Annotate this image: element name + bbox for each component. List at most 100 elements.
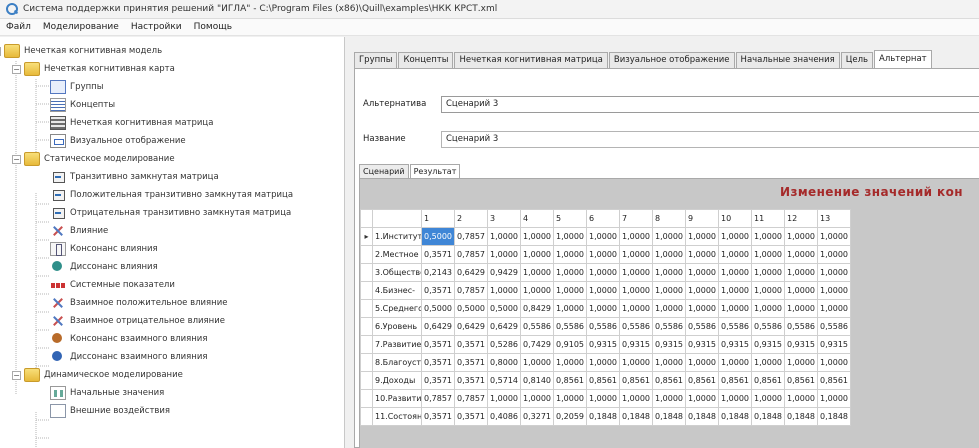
grid-cell[interactable]: 1,0000 bbox=[619, 263, 653, 282]
grid-column-header[interactable]: 10 bbox=[718, 209, 752, 228]
grid-cell[interactable]: 0,1848 bbox=[619, 407, 653, 426]
grid-column-header[interactable]: 13 bbox=[817, 209, 851, 228]
grid-cell[interactable]: 1,0000 bbox=[487, 281, 521, 300]
grid-cell[interactable]: 0,9315 bbox=[784, 335, 818, 354]
grid-cell[interactable]: 0,5586 bbox=[586, 317, 620, 336]
grid-cell[interactable]: 0,6429 bbox=[454, 263, 488, 282]
tree-item[interactable]: Влияние bbox=[50, 223, 108, 239]
grid-cell[interactable]: 0,8561 bbox=[718, 371, 752, 390]
grid-cell[interactable]: 1,0000 bbox=[652, 263, 686, 282]
grid-cell[interactable]: 0,3571 bbox=[454, 353, 488, 372]
grid-cell[interactable]: 0,5714 bbox=[487, 371, 521, 390]
grid-cell[interactable]: 1,0000 bbox=[619, 389, 653, 408]
grid-cell[interactable]: 1,0000 bbox=[553, 299, 587, 318]
table-row[interactable]: ▸1.Институты0,50000,78571,00001,00001,00… bbox=[360, 227, 851, 246]
grid-cell[interactable]: 0,3571 bbox=[421, 281, 455, 300]
grid-cell[interactable]: 0,9315 bbox=[751, 335, 785, 354]
grid-cell[interactable]: 0,5000 bbox=[487, 299, 521, 318]
grid-cell[interactable]: 1,0000 bbox=[718, 353, 752, 372]
grid-cell[interactable]: 0,8561 bbox=[817, 371, 851, 390]
table-row[interactable]: 10.Развитие 0,7857 0,7857 1,0000 1,0000 1,000… bbox=[360, 389, 851, 408]
grid-cell[interactable]: 0,7857 bbox=[454, 227, 488, 246]
grid-cell[interactable]: 1,0000 bbox=[685, 281, 719, 300]
grid-cell[interactable]: 1,0000 bbox=[817, 389, 851, 408]
grid-cell[interactable]: 1,0000 bbox=[751, 281, 785, 300]
grid-column-header[interactable]: 7 bbox=[619, 209, 653, 228]
grid-column-header[interactable]: 12 bbox=[784, 209, 818, 228]
grid-column-header[interactable]: 8 bbox=[652, 209, 686, 228]
grid-cell[interactable]: 0,8561 bbox=[751, 371, 785, 390]
tab-groups[interactable]: Группы bbox=[354, 52, 398, 68]
row-header[interactable] bbox=[360, 317, 373, 336]
grid-cell[interactable]: 0,9315 bbox=[619, 335, 653, 354]
collapse-toggle-icon[interactable]: − bbox=[12, 370, 21, 380]
grid-cell[interactable]: 1,0000 bbox=[784, 281, 818, 300]
row-header[interactable] bbox=[360, 245, 373, 264]
grid-cell[interactable]: 1,0000 bbox=[619, 245, 653, 264]
grid-cell[interactable]: 0,6429 bbox=[454, 317, 488, 336]
grid-cell[interactable]: 1,0000 bbox=[520, 263, 554, 282]
table-row[interactable]: 4.Бизнес- 0,3571 0,7857 1,0000 1,0000 1,0000 1… bbox=[360, 281, 851, 300]
grid-cell[interactable]: 1,0000 bbox=[619, 227, 653, 246]
grid-cell[interactable]: 1,0000 bbox=[685, 245, 719, 264]
table-row[interactable]: 9.Доходы 0,3571 0,3571 0,5714 0,8140 0,8561 0,… bbox=[360, 371, 851, 390]
tree-item[interactable]: − Статическое моделирование bbox=[12, 151, 175, 167]
table-row[interactable]: 2.Местное 0,3571 0,7857 1,0000 1,0000 1,0000 1… bbox=[360, 245, 851, 264]
table-row[interactable]: 3.Обществен0,21430,64290,94291,00001,000… bbox=[360, 263, 851, 282]
tab-visual[interactable]: Визуальное отображение bbox=[608, 52, 735, 68]
row-header[interactable] bbox=[360, 263, 373, 282]
grid-cell[interactable]: 1,0000 bbox=[520, 353, 554, 372]
alternative-select[interactable]: Сценарий 3 bbox=[441, 96, 979, 113]
grid-column-header[interactable]: 9 bbox=[685, 209, 719, 228]
grid-cell[interactable]: 1,0000 bbox=[520, 227, 554, 246]
tree-item[interactable]: Внешние воздействия bbox=[50, 403, 170, 419]
grid-cell[interactable]: 0,7429 bbox=[520, 335, 554, 354]
grid-cell[interactable]: 1,0000 bbox=[817, 245, 851, 264]
collapse-toggle-icon[interactable]: − bbox=[12, 64, 21, 74]
grid-cell[interactable]: 0,2059 bbox=[553, 407, 587, 426]
grid-cell[interactable]: 1,0000 bbox=[784, 353, 818, 372]
grid-column-header[interactable]: 11 bbox=[751, 209, 785, 228]
grid-cell[interactable]: 0,4086 bbox=[487, 407, 521, 426]
grid-cell[interactable]: 1,0000 bbox=[817, 281, 851, 300]
grid-cell[interactable]: 1,0000 bbox=[817, 227, 851, 246]
grid-cell[interactable]: 0,1848 bbox=[652, 407, 686, 426]
tab-alternatives[interactable]: Альтернат bbox=[874, 50, 932, 68]
tree-item[interactable]: Нечеткая когнитивная матрица bbox=[50, 115, 213, 131]
grid-cell[interactable]: 0,9315 bbox=[718, 335, 752, 354]
grid-cell[interactable]: 0,5586 bbox=[817, 317, 851, 336]
tab-initial-values[interactable]: Начальные значения bbox=[735, 52, 840, 68]
row-header[interactable] bbox=[360, 335, 373, 354]
grid-cell[interactable]: 0,7857 bbox=[454, 281, 488, 300]
grid-cell[interactable]: 1,0000 bbox=[619, 299, 653, 318]
grid-cell[interactable]: 0,6429 bbox=[421, 317, 455, 336]
tree-item[interactable]: Отрицательная транзитивно замкнутая матр… bbox=[50, 205, 291, 221]
menu-file[interactable]: Файл bbox=[6, 22, 31, 32]
grid-cell[interactable]: 1,0000 bbox=[652, 281, 686, 300]
grid-cell[interactable]: 0,8561 bbox=[652, 371, 686, 390]
grid-column-header[interactable]: 2 bbox=[454, 209, 488, 228]
grid-cell[interactable]: 0,5000 bbox=[421, 227, 455, 246]
row-header[interactable] bbox=[360, 371, 373, 390]
grid-cell[interactable]: 0,1848 bbox=[685, 407, 719, 426]
grid-column-header[interactable]: 4 bbox=[520, 209, 554, 228]
tree-item[interactable]: Диссонанс влияния bbox=[50, 259, 158, 275]
grid-cell[interactable]: 0,3571 bbox=[454, 407, 488, 426]
grid-cell[interactable]: 1,0000 bbox=[586, 281, 620, 300]
tree-item[interactable]: Системные показатели bbox=[50, 277, 175, 293]
menu-help[interactable]: Помощь bbox=[194, 22, 232, 32]
grid-cell[interactable]: 0,1848 bbox=[784, 407, 818, 426]
row-header[interactable] bbox=[360, 281, 373, 300]
grid-cell[interactable]: 1,0000 bbox=[685, 227, 719, 246]
name-field[interactable]: Сценарий 3 bbox=[441, 131, 979, 148]
tree-item[interactable]: Концепты bbox=[50, 97, 115, 113]
grid-cell[interactable]: 1,0000 bbox=[520, 281, 554, 300]
grid-cell[interactable]: 0,1848 bbox=[586, 407, 620, 426]
grid-cell[interactable]: 1,0000 bbox=[487, 227, 521, 246]
grid-cell[interactable]: 1,0000 bbox=[553, 227, 587, 246]
grid-cell[interactable]: 0,3571 bbox=[421, 407, 455, 426]
collapse-toggle-icon[interactable]: − bbox=[0, 46, 1, 56]
grid-cell[interactable]: 1,0000 bbox=[685, 389, 719, 408]
grid-cell[interactable]: 1,0000 bbox=[817, 299, 851, 318]
grid-cell[interactable]: 0,5586 bbox=[784, 317, 818, 336]
